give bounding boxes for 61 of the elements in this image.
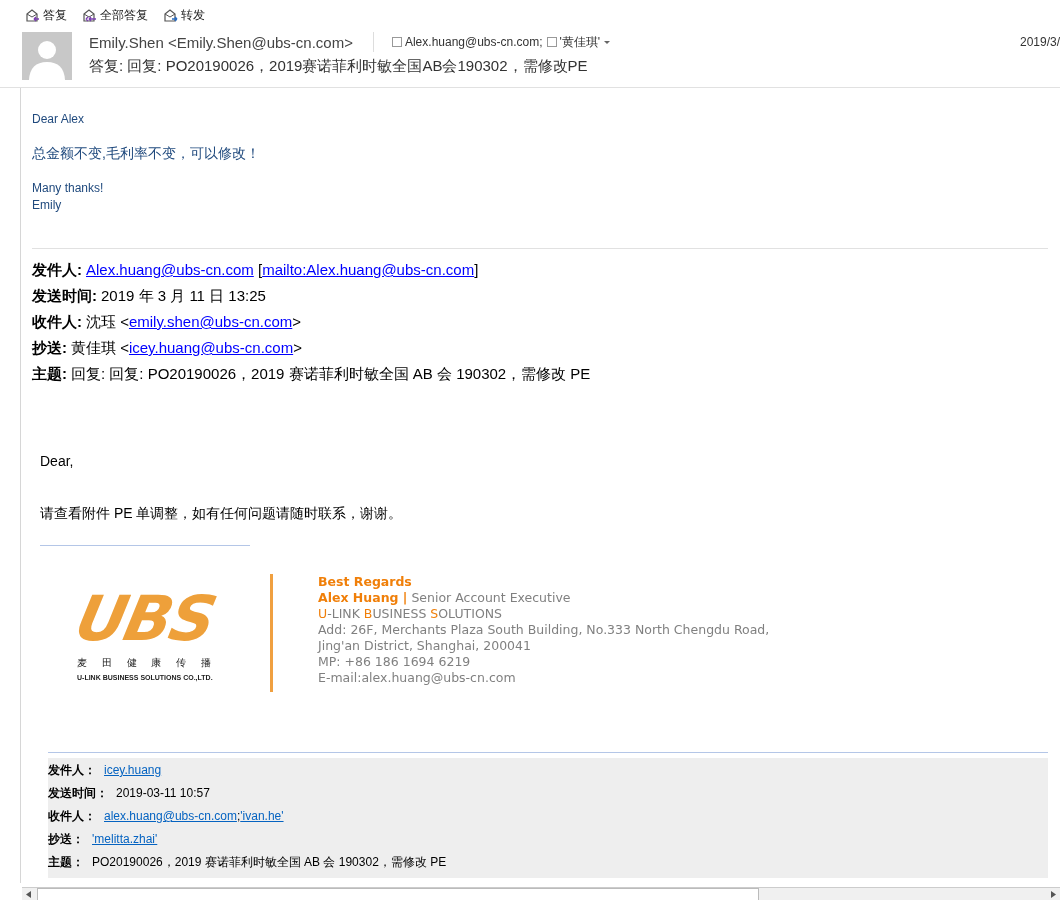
field-label: 发件人: (32, 261, 82, 278)
scrollbar-thumb[interactable] (37, 888, 759, 900)
email-link[interactable]: icey.huang (104, 763, 162, 777)
email-link[interactable]: 'melitta.zhai' (92, 832, 158, 846)
date: 2019/3/ (1019, 35, 1060, 49)
checkbox[interactable] (546, 37, 557, 47)
email-link[interactable]: mailto:Alex.huang@ubs-cn.com (262, 261, 475, 278)
email-link[interactable]: icey.huang@ubs-cn.com (128, 339, 294, 356)
field-label: 发件人： (48, 763, 96, 777)
logo-chinese: 麦 田 健 康 传 播 (77, 656, 217, 670)
message: 请查看附件 PE 单调整，如有任何问题请随时联系，谢谢。 (39, 505, 404, 523)
recipient[interactable]: '黄佳琪' (559, 33, 601, 51)
field-label: 主题: (32, 365, 67, 382)
greeting: Dear Alex (32, 112, 86, 126)
field-value: 黄佳琪 < (71, 339, 129, 356)
message: 总金额不变,毛利率不变，可以修改！ (32, 145, 261, 163)
field-label: 抄送: (32, 339, 67, 356)
field-value: 沈珏 < (86, 313, 129, 330)
recipient[interactable]: Alex.huang@ubs-cn.com; (404, 35, 543, 49)
field-value: [ (256, 261, 263, 278)
field-label: 发送时间: (32, 287, 97, 304)
reply-icon (24, 7, 40, 23)
email-link[interactable]: alex.huang@ubs-cn.com (104, 809, 237, 823)
greeting: Dear, (39, 453, 75, 469)
field-value: ] (474, 261, 479, 278)
field-value: > (293, 339, 302, 356)
email-link[interactable]: emily.shen@ubs-cn.com (128, 313, 293, 330)
email-link[interactable]: 'ivan.he' (240, 809, 284, 823)
field-label: 收件人: (32, 313, 82, 330)
field-label: 收件人： (48, 809, 96, 823)
avatar-icon (22, 32, 72, 80)
reply-all-icon (81, 7, 97, 23)
subject: 答复: 回复: PO20190026，2019赛诺菲利时敏全国AB会190302，需修改PE (89, 57, 589, 76)
closing-line: Emily (32, 197, 63, 214)
signature-line: E-mail:alex.huang@ubs-cn.com (318, 670, 517, 686)
company-name: U-LINK BUSINESS SOLUTIONS (318, 606, 503, 622)
field-label: 主题： (48, 855, 84, 869)
field-value: ; (236, 809, 241, 823)
field-value: 2019-03-11 10:57 (116, 786, 210, 800)
dropdown-icon[interactable] (604, 40, 611, 44)
field-value: PO20190026，2019 赛诺菲利时敏全国 AB 会 190302，需修改 PE (92, 855, 447, 869)
signature-line: MP: +86 186 1694 6219 (318, 654, 472, 670)
field-value: 2019 年 3 月 11 日 13:25 (101, 287, 266, 304)
signature-line: Add: 26F, Merchants Plaza South Building, No.333 North Chengdu Road, (318, 622, 770, 638)
field-label: 发送时间： (48, 786, 108, 800)
reply-all-button[interactable]: 全部答复 (79, 4, 150, 26)
forward-icon (162, 7, 178, 23)
signature-name: Alex Huang | (318, 590, 408, 605)
sender-name: Emily.Shen <Emily.Shen@ubs-cn.com> (89, 33, 353, 51)
field-value: 回复: 回复: PO20190026，2019 赛诺菲利时敏全国 AB 会 190302，需修改 PE (71, 365, 591, 382)
regards: Best Regards (318, 574, 413, 590)
closing-line: Many thanks! (32, 180, 105, 197)
field-label: 抄送： (48, 832, 84, 846)
logo-letters: UBS (70, 588, 220, 650)
job-title: Senior Account Executive (411, 590, 571, 605)
email-link[interactable]: Alex.huang@ubs-cn.com (86, 261, 254, 278)
forward-button[interactable]: 转发 (160, 4, 207, 26)
reply-button[interactable]: 答复 (22, 4, 69, 26)
signature-line: Jing'an District, Shanghai, 200041 (318, 638, 532, 654)
field-value: > (292, 313, 302, 330)
checkbox[interactable] (391, 37, 402, 47)
